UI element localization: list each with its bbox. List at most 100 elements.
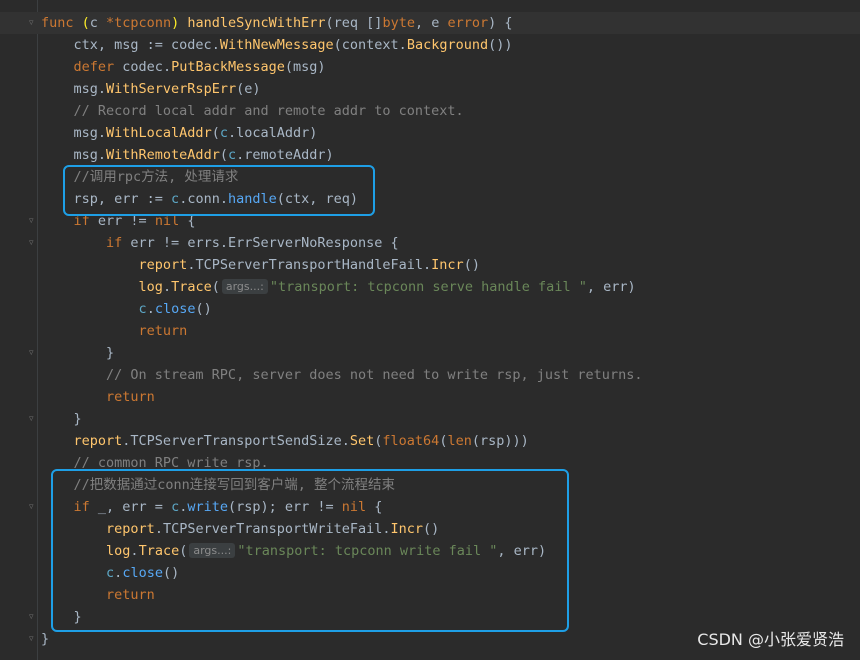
code-token: error xyxy=(447,15,489,31)
fold-marker-icon[interactable]: ▿ xyxy=(29,635,36,644)
code-line[interactable]: c.close() xyxy=(0,298,860,320)
code-line[interactable]: defer codec.PutBackMessage(msg) xyxy=(0,56,860,78)
code-line[interactable]: report.TCPServerTransportSendSize.Set(fl… xyxy=(0,430,860,452)
code-line[interactable]: func (c *tcpconn) handleSyncWithErr(req … xyxy=(0,12,860,34)
code-token: .remoteAddr) xyxy=(236,147,334,163)
code-line[interactable]: // common RPC write rsp. xyxy=(0,452,860,474)
code-token: write xyxy=(187,499,228,515)
code-token: .TCPServerTransportHandleFail. xyxy=(187,257,432,273)
code-token: ( xyxy=(81,15,90,31)
watermark-text: CSDN @小张爱贤浩 xyxy=(697,630,844,649)
code-line[interactable]: return xyxy=(0,386,860,408)
code-token: . xyxy=(162,279,172,295)
code-token: "transport: tcpconn write fail " xyxy=(237,543,498,559)
code-line[interactable]: //调用rpc方法, 处理请求 xyxy=(0,166,860,188)
code-token: context xyxy=(341,37,399,53)
code-token: c xyxy=(171,191,180,207)
code-line[interactable]: } xyxy=(0,408,860,430)
code-line[interactable]: // On stream RPC, server does not need t… xyxy=(0,364,860,386)
code-token: WithLocalAddr xyxy=(106,125,212,141)
code-token: (msg) xyxy=(284,59,326,75)
code-token: .TCPServerTransportSendSize. xyxy=(122,433,350,449)
code-token: } xyxy=(41,411,82,427)
code-token: PutBackMessage xyxy=(171,59,285,75)
code-line[interactable]: report.TCPServerTransportHandleFail.Incr… xyxy=(0,254,860,276)
code-line[interactable]: if err != nil { xyxy=(0,210,860,232)
code-line[interactable]: //把数据通过conn连接写回到客户端, 整个流程结束 xyxy=(0,474,860,496)
fold-marker-icon[interactable]: ▿ xyxy=(29,503,36,512)
code-token: (ctx, req) xyxy=(276,191,359,207)
param-hint: args...: xyxy=(189,543,236,558)
code-token: // On stream RPC, server does not need t… xyxy=(41,367,643,383)
code-token: return xyxy=(138,323,188,339)
code-token: () xyxy=(423,521,440,537)
code-token: c xyxy=(227,147,237,163)
fold-marker-icon[interactable]: ▿ xyxy=(29,349,36,358)
code-line[interactable]: log.Trace(args...: "transport: tcpconn wr… xyxy=(0,540,860,562)
code-token: () xyxy=(463,257,480,273)
code-token: { xyxy=(179,213,196,229)
code-token: nil xyxy=(154,213,180,229)
code-line[interactable]: return xyxy=(0,584,860,606)
code-token: c xyxy=(219,125,228,141)
fold-marker-icon[interactable]: ▿ xyxy=(29,415,36,424)
code-token: Set xyxy=(349,433,375,449)
code-line[interactable]: msg.WithLocalAddr(c.localAddr) xyxy=(0,122,860,144)
code-editor[interactable]: func (c *tcpconn) handleSyncWithErr(req … xyxy=(0,0,860,660)
code-line[interactable]: // Record local addr and remote addr to … xyxy=(0,100,860,122)
code-token: (rsp))) xyxy=(471,433,529,449)
code-token: msg. xyxy=(41,81,107,97)
code-token: ()) xyxy=(488,37,513,53)
code-token: WithNewMessage xyxy=(219,37,334,53)
code-line[interactable]: c.close() xyxy=(0,562,860,584)
fold-marker-icon[interactable]: ▿ xyxy=(29,613,36,622)
code-token: .conn. xyxy=(179,191,228,207)
code-token: err != xyxy=(97,213,155,229)
code-token: , err) xyxy=(497,543,547,559)
code-line[interactable]: log.Trace(args...: "transport: tcpconn se… xyxy=(0,276,860,298)
code-token: ( xyxy=(179,543,188,559)
code-line[interactable]: if err != errs.ErrServerNoResponse { xyxy=(0,232,860,254)
fold-marker-icon[interactable]: ▿ xyxy=(29,19,36,28)
code-line[interactable]: if _, err = c.write(rsp); err != nil { xyxy=(0,496,860,518)
code-line[interactable]: ctx, msg := codec.WithNewMessage(context… xyxy=(0,34,860,56)
code-token: ctx, msg := xyxy=(41,37,172,53)
code-token: if xyxy=(106,235,131,251)
code-line[interactable]: report.TCPServerTransportWriteFail.Incr(… xyxy=(0,518,860,540)
code-token: . xyxy=(130,543,139,559)
fold-marker-icon[interactable]: ▿ xyxy=(29,239,36,248)
code-line[interactable]: msg.WithRemoteAddr(c.remoteAddr) xyxy=(0,144,860,166)
code-token: // common RPC write rsp. xyxy=(41,455,269,471)
code-token: return xyxy=(106,587,155,603)
code-token: // Record local addr and remote addr to … xyxy=(41,103,464,119)
code-token: .ErrServerNoResponse { xyxy=(219,235,399,251)
code-token: (req [] xyxy=(325,15,383,31)
code-token: report xyxy=(106,521,155,537)
code-line[interactable]: } xyxy=(0,606,860,628)
code-token: defer xyxy=(73,59,123,75)
code-token: close xyxy=(154,301,196,317)
code-token: () xyxy=(162,565,180,581)
code-line[interactable]: rsp, err := c.conn.handle(ctx, req) xyxy=(0,188,860,210)
code-token: c xyxy=(171,499,180,515)
code-line[interactable]: msg.WithServerRspErr(e) xyxy=(0,78,860,100)
code-token: ( xyxy=(219,147,228,163)
code-line[interactable]: return xyxy=(0,320,860,342)
code-line[interactable]: } xyxy=(0,342,860,364)
code-token: ) xyxy=(171,15,180,31)
code-token: msg. xyxy=(41,125,107,141)
fold-marker-icon[interactable]: ▿ xyxy=(29,217,36,226)
code-token: , err) xyxy=(586,279,636,295)
code-token: log xyxy=(138,279,163,295)
code-token: () xyxy=(195,301,212,317)
